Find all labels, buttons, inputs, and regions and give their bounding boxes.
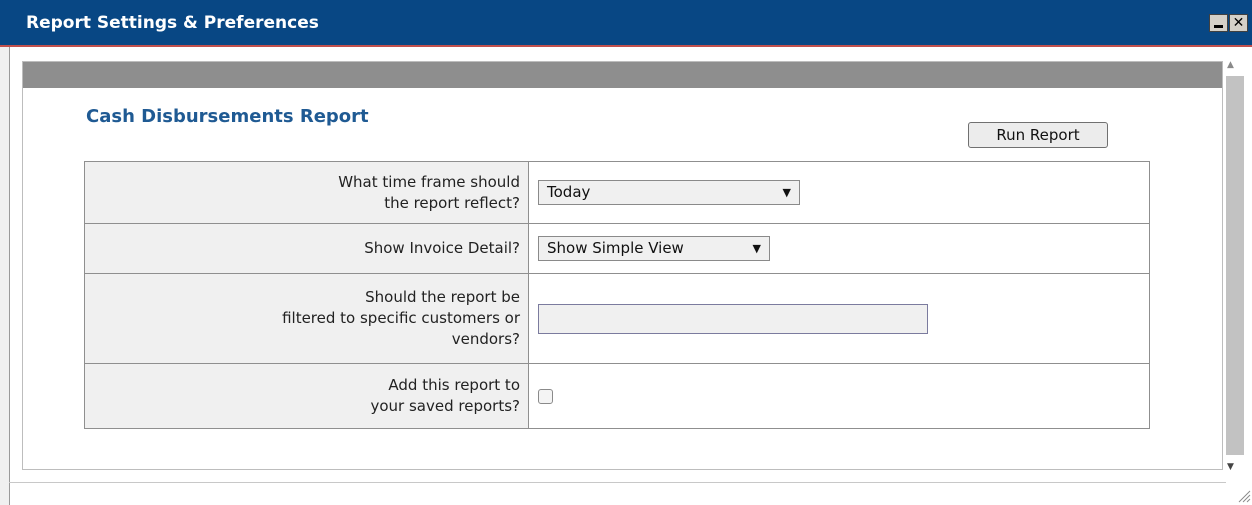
saved-reports-row: Add this report to your saved reports? bbox=[84, 363, 1150, 429]
invoice-detail-selected-value: Show Simple View bbox=[547, 239, 684, 257]
saved-reports-label: Add this report to your saved reports? bbox=[84, 363, 529, 429]
report-panel: Cash Disbursements Report Run Report Wha… bbox=[22, 61, 1223, 470]
chevron-down-icon: ▼ bbox=[782, 186, 791, 199]
invoice-detail-select[interactable]: Show Simple View ▼ bbox=[538, 236, 770, 261]
invoice-detail-field: Show Simple View ▼ bbox=[528, 223, 1150, 274]
report-options-table: What time frame should the report reflec… bbox=[84, 161, 1150, 429]
filter-label: Should the report be filtered to specifi… bbox=[84, 273, 529, 364]
saved-reports-label-line1: Add this report to bbox=[388, 376, 520, 394]
saved-reports-field bbox=[528, 363, 1150, 429]
panel-header-bar bbox=[23, 62, 1222, 88]
close-icon: ✕ bbox=[1232, 15, 1245, 31]
report-settings-window: Report Settings & Preferences ✕ Cash Dis… bbox=[0, 0, 1252, 505]
invoice-detail-label: Show Invoice Detail? bbox=[84, 223, 529, 274]
close-button[interactable]: ✕ bbox=[1229, 14, 1248, 32]
filter-label-line3: vendors? bbox=[451, 330, 520, 348]
add-to-saved-reports-checkbox[interactable] bbox=[538, 388, 553, 404]
time-frame-label-line1: What time frame should bbox=[338, 172, 520, 191]
filter-row: Should the report be filtered to specifi… bbox=[84, 273, 1150, 364]
scroll-up-arrow-icon[interactable]: ▲ bbox=[1227, 60, 1234, 70]
time-frame-label: What time frame should the report reflec… bbox=[84, 161, 529, 224]
filter-label-line1: Should the report be bbox=[365, 288, 520, 306]
customer-vendor-filter-input[interactable] bbox=[538, 303, 928, 334]
scroll-down-arrow-icon[interactable]: ▼ bbox=[1227, 462, 1234, 472]
report-title: Cash Disbursements Report bbox=[86, 106, 369, 127]
title-bar[interactable]: Report Settings & Preferences ✕ bbox=[0, 0, 1252, 47]
resize-grip-icon[interactable] bbox=[1235, 487, 1251, 503]
bottom-divider bbox=[9, 482, 1226, 483]
window-title: Report Settings & Preferences bbox=[26, 13, 319, 33]
time-frame-select[interactable]: Today ▼ bbox=[538, 180, 800, 205]
minimize-button[interactable] bbox=[1209, 14, 1228, 32]
filter-field bbox=[528, 273, 1150, 364]
invoice-detail-row: Show Invoice Detail? Show Simple View ▼ bbox=[84, 223, 1150, 274]
time-frame-label-line2: the report reflect? bbox=[384, 193, 520, 212]
minimize-icon bbox=[1214, 25, 1223, 28]
time-frame-selected-value: Today bbox=[547, 183, 591, 201]
vertical-scrollbar[interactable] bbox=[1226, 76, 1244, 455]
filter-label-line2: filtered to specific customers or bbox=[282, 309, 520, 327]
window-content: Cash Disbursements Report Run Report Wha… bbox=[9, 47, 1252, 505]
time-frame-field: Today ▼ bbox=[528, 161, 1150, 224]
chevron-down-icon: ▼ bbox=[752, 242, 761, 255]
time-frame-row: What time frame should the report reflec… bbox=[84, 161, 1150, 224]
saved-reports-label-line2: your saved reports? bbox=[370, 397, 521, 415]
run-report-button[interactable]: Run Report bbox=[968, 122, 1108, 148]
